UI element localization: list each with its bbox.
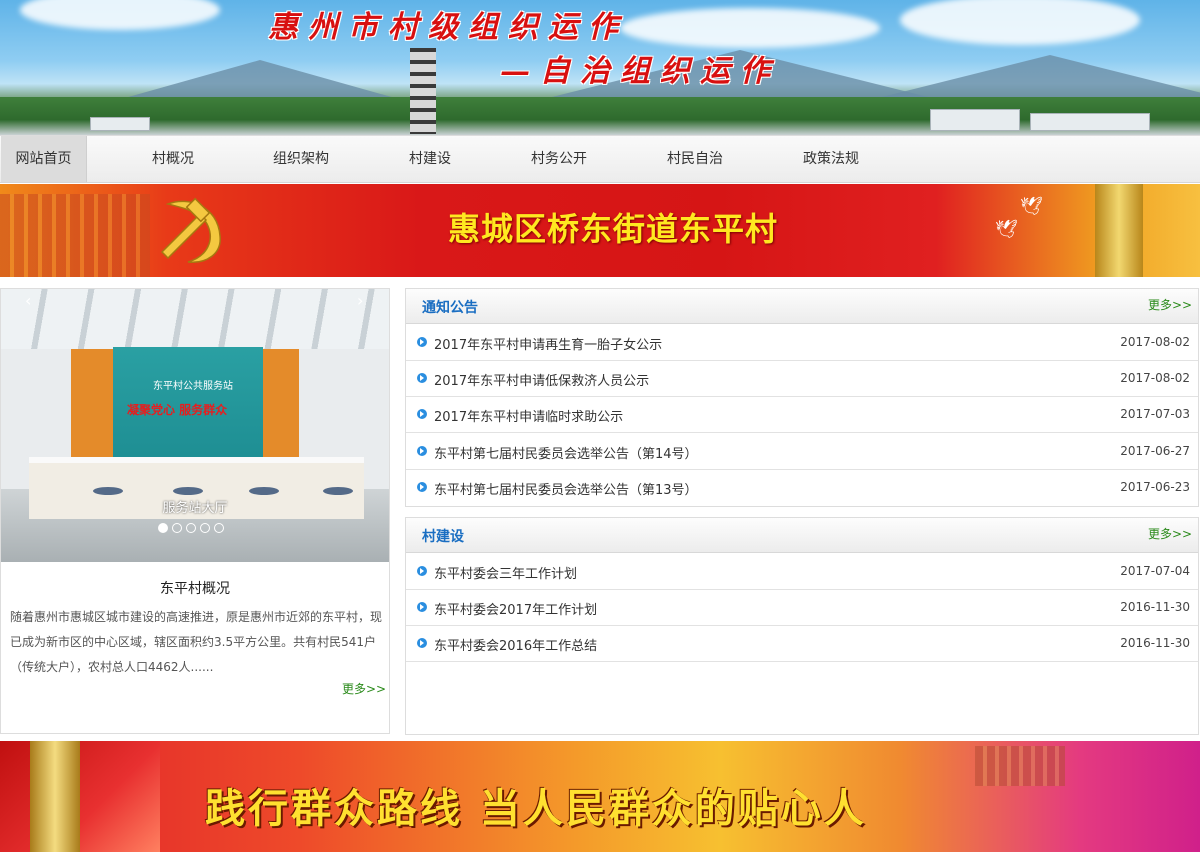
slider-dot[interactable] [186,523,196,533]
nav-item-policy[interactable]: 政策法规 [786,136,876,182]
list-item[interactable]: 东平村委会三年工作计划 2017-07-04 [406,554,1198,590]
huabiao-pillar-image [1095,184,1143,277]
list-item-date: 2017-06-27 [1120,444,1190,458]
list-item-title[interactable]: 2017年东平村申请临时求助公示 [434,406,623,425]
list-item[interactable]: 2017年东平村申请临时求助公示 2017-07-03 [406,397,1198,433]
notice-panel: 通知公告 更多>> 2017年东平村申请再生育一胎子女公示 2017-08-02… [405,288,1199,507]
huabiao-pillar-image [30,741,80,852]
nav-item-construction[interactable]: 村建设 [385,136,475,182]
dove-icon: 🕊 [1020,196,1043,217]
notice-more-link[interactable]: 更多>> [1148,296,1192,313]
construction-more-link[interactable]: 更多>> [1148,525,1192,542]
bullet-icon [417,409,427,419]
list-item[interactable]: 东平村委会2016年工作总结 2016-11-30 [406,626,1198,662]
notice-panel-title: 通知公告 [422,300,478,316]
great-wall-image [975,746,1065,786]
slider-dot[interactable] [200,523,210,533]
overview-text: 随着惠州市惠城区城市建设的高速推进，原是惠州市近郊的东平村，现已成为新市区的中心… [10,610,383,674]
party-emblem-icon [160,197,221,263]
list-item[interactable]: 东平村第七届村民委员会选举公告（第14号） 2017-06-27 [406,434,1198,470]
nav-item-autonomy[interactable]: 村民自治 [650,136,740,182]
bullet-icon [417,446,427,456]
list-item-title[interactable]: 东平村委会三年工作计划 [434,563,577,582]
list-item-title[interactable]: 东平村第七届村民委员会选举公告（第14号） [434,443,698,462]
list-item-date: 2016-11-30 [1120,636,1190,650]
list-item[interactable]: 东平村第七届村民委员会选举公告（第13号） 2017-06-23 [406,470,1198,506]
slogan-text: 践行群众路线 当人民群众的贴心人 [205,786,867,832]
list-item-date: 2016-11-30 [1120,600,1190,614]
nav-item-home[interactable]: 网站首页 [1,136,87,182]
overview-more-link[interactable]: 更多>> [342,680,386,697]
overview-title: 东平村概况 [160,581,230,597]
board-slogan: 凝聚党心 服务群众 [127,403,228,417]
board-title: 东平村公共服务站 [153,381,233,392]
list-item-title[interactable]: 东平村委会2016年工作总结 [434,635,597,654]
list-item[interactable]: 2017年东平村申请低保救济人员公示 2017-08-02 [406,361,1198,397]
slider-dots [158,518,228,537]
red-flag-image [0,741,160,852]
nav-item-overview[interactable]: 村概况 [128,136,218,182]
site-title-line1: 惠州市村级组织运作 [268,10,628,45]
list-item-date: 2017-07-03 [1120,407,1190,421]
slider-dot[interactable] [172,523,182,533]
list-item[interactable]: 东平村委会2017年工作计划 2016-11-30 [406,590,1198,626]
list-item-date: 2017-06-23 [1120,480,1190,494]
notice-panel-header: 通知公告 更多>> [406,289,1198,324]
party-banner: 惠城区桥东街道东平村 🕊 🕊 [0,184,1200,277]
list-item-title[interactable]: 东平村委会2017年工作计划 [434,599,597,618]
main-nav: 网站首页 村概况 组织架构 村建设 村务公开 村民自治 政策法规 [0,135,1200,183]
bullet-icon [417,482,427,492]
bullet-icon [417,638,427,648]
list-item-date: 2017-08-02 [1120,371,1190,385]
bullet-icon [417,337,427,347]
slider-dot[interactable] [214,523,224,533]
overview-panel: 东平村公共服务站 凝聚党心 服务群众 服务站大厅 ‹ › 东平村概况 随着惠州市… [0,288,390,734]
bullet-icon [417,602,427,612]
construction-panel: 村建设 更多>> 东平村委会三年工作计划 2017-07-04 东平村委会201… [405,517,1199,735]
list-item-date: 2017-07-04 [1120,564,1190,578]
image-slider[interactable]: 东平村公共服务站 凝聚党心 服务群众 服务站大厅 ‹ › [1,289,389,562]
header-banner: 惠州市村级组织运作 —自治组织运作 [0,0,1200,135]
list-item[interactable]: 2017年东平村申请再生育一胎子女公示 2017-08-02 [406,325,1198,361]
list-item-title[interactable]: 2017年东平村申请低保救济人员公示 [434,370,649,389]
slider-next-icon[interactable]: › [357,291,363,310]
village-title: 惠城区桥东街道东平村 [448,210,779,248]
great-wall-image [0,194,150,277]
construction-panel-header: 村建设 更多>> [406,518,1198,553]
list-item-title[interactable]: 2017年东平村申请再生育一胎子女公示 [434,334,662,353]
bullet-icon [417,566,427,576]
nav-item-affairs[interactable]: 村务公开 [514,136,604,182]
nav-item-organization[interactable]: 组织架构 [256,136,346,182]
list-item-date: 2017-08-02 [1120,335,1190,349]
construction-panel-title: 村建设 [422,529,464,545]
slider-prev-icon[interactable]: ‹ [25,291,31,310]
slogan-banner: 践行群众路线 当人民群众的贴心人 [0,741,1200,852]
slider-dot[interactable] [158,523,168,533]
slider-caption: 服务站大厅 [162,501,228,516]
site-title-line2: —自治组织运作 [500,54,780,89]
dove-icon: 🕊 [995,219,1018,240]
list-item-title[interactable]: 东平村第七届村民委员会选举公告（第13号） [434,479,698,498]
bullet-icon [417,373,427,383]
pagoda-image [410,48,436,134]
